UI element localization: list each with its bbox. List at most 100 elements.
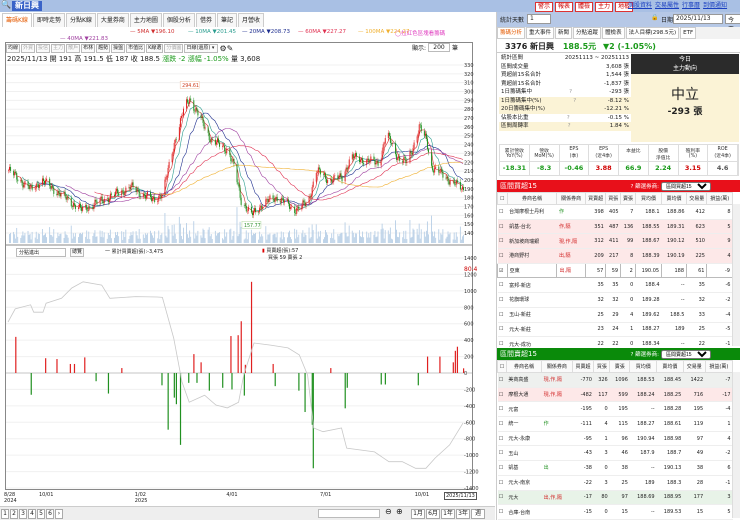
top-link-行事曆[interactable]: 行事曆 — [682, 1, 700, 11]
broker-name[interactable]: 台灣摩根士丹利 — [507, 204, 557, 220]
row-checkbox[interactable]: ☐ — [497, 204, 508, 220]
right-tab-體檢表[interactable]: 體檢表 — [602, 27, 625, 39]
filter-select[interactable]: 區間賣超15 — [661, 350, 711, 359]
select-all-checkbox[interactable]: ☐ — [497, 360, 507, 373]
row-checkbox[interactable]: ☐ — [497, 387, 507, 403]
help-icon[interactable]: ? — [573, 97, 576, 106]
right-tab-法人目標(298.5元)[interactable]: 法人目標(298.5元) — [625, 27, 680, 39]
broker-name[interactable]: 凱基 — [506, 460, 542, 476]
table-row[interactable]: ☐ 元大-南京 -22 3 25 189 188.3 28 -1 — [497, 475, 733, 491]
table-row[interactable]: ☐ 玉山 -43 3 46 187.9 188.7 49 -2 — [497, 445, 733, 462]
column-header[interactable]: 交易量 — [682, 360, 706, 373]
date-input[interactable] — [318, 509, 380, 518]
zoom-out-icon[interactable]: ⊖ — [385, 507, 392, 516]
top-link-個股資料[interactable]: 個股資料 — [628, 1, 652, 11]
top-link-到價通知[interactable]: 到價通知 — [703, 1, 727, 11]
table-row[interactable]: ☐ 港商野村 出,隔 209 217 8 188.39 190.19 225 4 — [497, 248, 733, 264]
range-button[interactable]: 1年 — [441, 509, 455, 519]
select-all-checkbox[interactable]: ☐ — [497, 192, 508, 205]
top-button-主力[interactable]: 主力 — [595, 2, 614, 12]
days-select[interactable]: 1 — [527, 14, 551, 24]
table-row[interactable]: ☐ 玉山-新莊 25 29 4 189.62 188.5 33 -4 — [497, 307, 733, 323]
broker-name[interactable]: 元大-永康 — [506, 431, 542, 447]
broker-name[interactable]: 美商高盛 — [506, 372, 542, 388]
page-button[interactable]: 4 — [28, 509, 36, 519]
row-checkbox[interactable]: ☐ — [497, 233, 508, 250]
broker-name[interactable]: 元富 — [506, 401, 542, 418]
page-button[interactable]: 2 — [10, 509, 18, 519]
filter-select[interactable]: 區間買超15 — [661, 182, 711, 191]
broker-name[interactable]: 港商野村 — [507, 248, 557, 264]
column-header[interactable]: 關係券商 — [556, 192, 586, 205]
page-button[interactable]: › — [55, 509, 63, 519]
column-header[interactable]: 買均價 — [629, 360, 658, 373]
row-checkbox[interactable]: ☐ — [497, 431, 507, 447]
column-header[interactable]: 買張 — [605, 192, 622, 205]
range-button[interactable]: 週 — [471, 509, 485, 519]
column-header[interactable]: 買張 — [593, 360, 611, 373]
table-row[interactable]: ☐ 合庫-台南 -15 0 15 -- 189.53 15 5 — [497, 504, 733, 520]
broker-name[interactable]: 玉山 — [506, 445, 542, 462]
row-checkbox[interactable]: ☐ — [497, 277, 508, 294]
broker-name[interactable]: 統一 — [506, 416, 542, 432]
table-row[interactable]: ☐ 新加坡商瑞銀 現,作,隔 312 411 99 188.67 190.12 510 9 — [497, 233, 733, 250]
right-tab-籌碼分析[interactable]: 籌碼分析 — [497, 27, 526, 39]
row-checkbox[interactable]: ☐ — [497, 460, 507, 476]
row-checkbox[interactable]: ☐ — [497, 401, 507, 418]
row-checkbox[interactable]: ☐ — [497, 322, 508, 338]
row-checkbox[interactable]: ☐ — [497, 445, 507, 462]
column-header[interactable]: 賣張 — [609, 360, 631, 373]
table-row[interactable]: ☐ 元大-永康 -95 1 96 190.94 188.98 97 4 — [497, 431, 733, 447]
lower-pane-select[interactable]: 分點進出 — [16, 248, 66, 257]
column-header[interactable]: 券商名稱 — [506, 192, 558, 205]
table-row[interactable]: ☐ 台灣摩根士丹利作 398 405 7 188.1 188.86 412 8 — [497, 204, 733, 220]
row-checkbox[interactable]: ☐ — [497, 416, 507, 432]
buy-scrollbar[interactable] — [732, 204, 740, 346]
lock-icon[interactable]: 🔒 — [651, 14, 658, 21]
table-row[interactable]: ☐ 凱基-台北 作,隔 351 487 136 188.55 189.31 623 5 — [497, 219, 733, 235]
row-checkbox[interactable]: ☐ — [497, 372, 507, 388]
column-header[interactable]: 關係券商 — [541, 360, 573, 373]
broker-name[interactable]: 元大-南京 — [506, 475, 542, 491]
table-row[interactable]: ☐ 元富 -195 0 195 -- 188.28 195 -4 — [497, 401, 733, 418]
table-row[interactable]: ☐ 美商高盛 現,作,隔 -770 326 1096 188.53 188.45 1422 -7 — [497, 372, 733, 388]
column-header[interactable]: 損益(萬) — [706, 192, 733, 205]
table-row[interactable]: ☐ 花旗環球 32 32 0 189.28 -- 32 -2 — [497, 292, 733, 308]
range-button[interactable]: 3年 — [456, 509, 470, 519]
column-header[interactable]: 買賣超 — [571, 360, 595, 373]
column-header[interactable]: 買賣超 — [584, 192, 607, 205]
overview-button[interactable]: 總覽 — [70, 248, 85, 257]
broker-name[interactable]: 亞東 — [506, 262, 558, 279]
column-header[interactable]: 買均價 — [634, 192, 663, 205]
help-icon[interactable]: ? — [567, 114, 570, 123]
column-header[interactable]: 賣均價 — [661, 192, 687, 205]
table-row[interactable]: ☐ 統一作 -111 4 115 188.27 188.61 119 1 — [497, 416, 733, 432]
right-tab-分點追蹤[interactable]: 分點追蹤 — [573, 27, 602, 39]
table-row[interactable]: ☐ 元大-新莊 23 24 1 188.27 189 25 -5 — [497, 322, 733, 338]
row-checkbox[interactable]: ☐ — [497, 475, 507, 491]
top-button-報表[interactable]: 報表 — [555, 2, 574, 12]
help-icon[interactable]: ? — [569, 88, 572, 97]
broker-name[interactable]: 凱基-台北 — [507, 219, 557, 235]
range-button[interactable]: 6月 — [426, 509, 440, 519]
top-button-體檢[interactable]: 體檢 — [575, 2, 594, 12]
row-checkbox[interactable]: ☐ — [497, 307, 508, 323]
column-header[interactable]: 券商名稱 — [505, 360, 543, 373]
row-checkbox[interactable]: ☑ — [497, 262, 508, 279]
table-row[interactable]: ☐ 富邦-新店 35 35 0 188.4 -- 35 -6 — [497, 277, 733, 294]
top-button-警示[interactable]: 警示 — [535, 2, 554, 12]
table-row[interactable]: ☑ 亞東 出,隔 57 59 2 190.05 188 61 -9 — [497, 262, 733, 279]
broker-name[interactable]: 玉山-新莊 — [507, 307, 557, 323]
page-button[interactable]: 1 — [1, 509, 9, 519]
column-header[interactable]: 賣均價 — [656, 360, 684, 373]
page-button[interactable]: 6 — [46, 509, 54, 519]
today-button[interactable]: 今天 — [725, 14, 740, 33]
column-header[interactable]: 賣張 — [620, 192, 636, 205]
column-header[interactable]: 損益(萬) — [704, 360, 734, 373]
sell-scrollbar[interactable] — [732, 372, 740, 518]
page-button[interactable]: 5 — [37, 509, 45, 519]
row-checkbox[interactable]: ☐ — [497, 248, 508, 264]
row-checkbox[interactable]: ☐ — [497, 219, 508, 235]
range-button[interactable]: 1月 — [411, 509, 425, 519]
broker-name[interactable]: 花旗環球 — [507, 292, 557, 308]
